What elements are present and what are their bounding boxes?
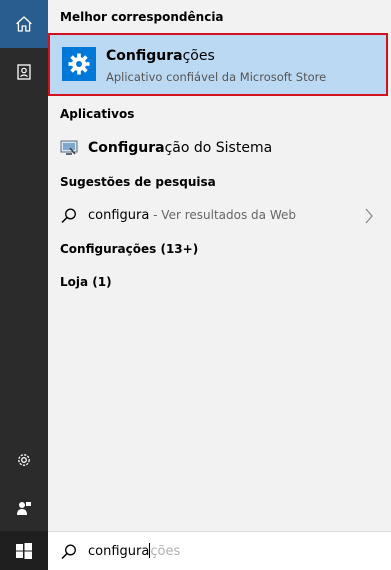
- cortana-rail: [0, 0, 48, 570]
- settings-button[interactable]: [0, 436, 48, 484]
- web-suggestion-text: configura - Ver resultados da Web: [88, 208, 296, 223]
- gear-icon: [68, 53, 90, 75]
- app-result-label-rest: ção do Sistema: [164, 140, 273, 156]
- best-match-item[interactable]: Configurações Aplicativo confiável da Mi…: [48, 33, 388, 96]
- search-bar[interactable]: configurações: [48, 531, 391, 570]
- home-button[interactable]: [0, 0, 48, 48]
- section-suggestions: Sugestões de pesquisa: [60, 175, 216, 189]
- notebook-icon: [17, 64, 31, 80]
- system-settings-icon: [60, 140, 78, 155]
- settings-app-tile: [62, 47, 96, 81]
- section-apps: Aplicativos: [60, 107, 135, 121]
- best-match-title-match: Configura: [106, 48, 183, 64]
- section-best-match: Melhor correspondência: [60, 10, 224, 24]
- section-store[interactable]: Loja (1): [60, 275, 112, 289]
- search-input[interactable]: configurações: [88, 543, 180, 559]
- search-results-panel: Melhor correspondência Configurações Apl…: [48, 0, 391, 531]
- best-match-subtitle: Aplicativo confiável da Microsoft Store: [106, 70, 327, 84]
- chevron-right-icon[interactable]: [362, 207, 376, 225]
- home-icon: [16, 16, 32, 32]
- notebook-button[interactable]: [0, 48, 48, 96]
- app-result-label-match: Configura: [88, 140, 165, 156]
- search-autocomplete: ções: [150, 544, 181, 559]
- search-icon: [61, 208, 76, 224]
- search-typed-text: configura: [88, 544, 150, 559]
- feedback-icon: [17, 502, 31, 515]
- web-suggestion-query: configura: [88, 208, 150, 223]
- feedback-button[interactable]: [0, 484, 48, 532]
- start-button[interactable]: [0, 531, 48, 570]
- app-result-system-config[interactable]: Configuração do Sistema: [48, 134, 391, 162]
- web-suggestion-item[interactable]: configura - Ver resultados da Web: [48, 203, 391, 229]
- app-result-label: Configuração do Sistema: [88, 140, 272, 156]
- best-match-title-rest: ções: [182, 48, 215, 64]
- best-match-title: Configurações: [106, 48, 215, 64]
- section-settings[interactable]: Configurações (13+): [60, 242, 198, 256]
- settings-gear-icon: [18, 454, 30, 466]
- web-suggestion-hint: - Ver resultados da Web: [149, 208, 296, 222]
- search-icon: [61, 544, 76, 560]
- windows-start-icon: [16, 542, 32, 559]
